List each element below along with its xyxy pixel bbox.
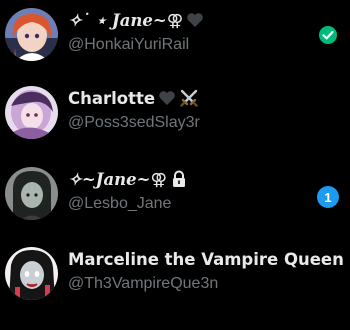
display-name: ✧˙ ⋆ Jane~ ⚢	[68, 8, 338, 32]
display-name: Marceline the Vampire Queen	[68, 247, 344, 271]
account-handle: @Lesbo_Jane	[68, 195, 172, 212]
display-name-suffix: ⚢	[166, 10, 184, 30]
account-row-honkaiyurirail[interactable]: ✧˙ ⋆ Jane~ ⚢ @HonkaiYuriRail	[0, 2, 350, 74]
account-info: Marceline the Vampire Queen @Th3VampireQ…	[68, 247, 344, 293]
avatar	[5, 8, 58, 61]
display-name-suffix: ⚢	[150, 169, 168, 189]
account-info: ✧˙ ⋆ Jane~ ⚢ @HonkaiYuriRail	[68, 8, 338, 54]
avatar	[5, 86, 58, 139]
account-row-th3vampireque3n[interactable]: Marceline the Vampire Queen @Th3VampireQ…	[0, 241, 350, 313]
active-account-check-icon	[318, 25, 338, 45]
account-handle: @HonkaiYuriRail	[68, 36, 190, 53]
account-handle: @Poss3sedSlay3r	[68, 114, 200, 131]
display-name-text: ✧˙ ⋆ Jane~	[68, 10, 167, 30]
account-handle: @Th3VampireQue3n	[68, 275, 219, 292]
display-name: ✧~Jane~ ⚢	[68, 167, 338, 191]
crossed-swords-icon	[179, 88, 199, 108]
black-heart-icon	[157, 88, 177, 108]
display-name-text: ✧~Jane~	[68, 169, 151, 189]
display-name: Charlotte	[68, 86, 338, 110]
avatar	[5, 167, 58, 220]
unread-count-badge: 1	[317, 186, 339, 208]
display-name-text: Marceline the Vampire Queen	[68, 249, 344, 269]
account-switcher-list: ✧˙ ⋆ Jane~ ⚢ @HonkaiYuriRail Charlotte @…	[0, 0, 350, 330]
account-row-poss3sedslay3r[interactable]: Charlotte @Poss3sedSlay3r	[0, 80, 350, 152]
avatar	[5, 247, 58, 300]
account-info: Charlotte @Poss3sedSlay3r	[68, 86, 338, 132]
display-name-text: Charlotte	[68, 88, 156, 108]
account-row-lesbo-jane[interactable]: ✧~Jane~ ⚢ @Lesbo_Jane 1	[0, 161, 350, 233]
black-heart-icon	[185, 10, 205, 30]
lock-icon	[169, 169, 189, 189]
account-info: ✧~Jane~ ⚢ @Lesbo_Jane	[68, 167, 338, 213]
